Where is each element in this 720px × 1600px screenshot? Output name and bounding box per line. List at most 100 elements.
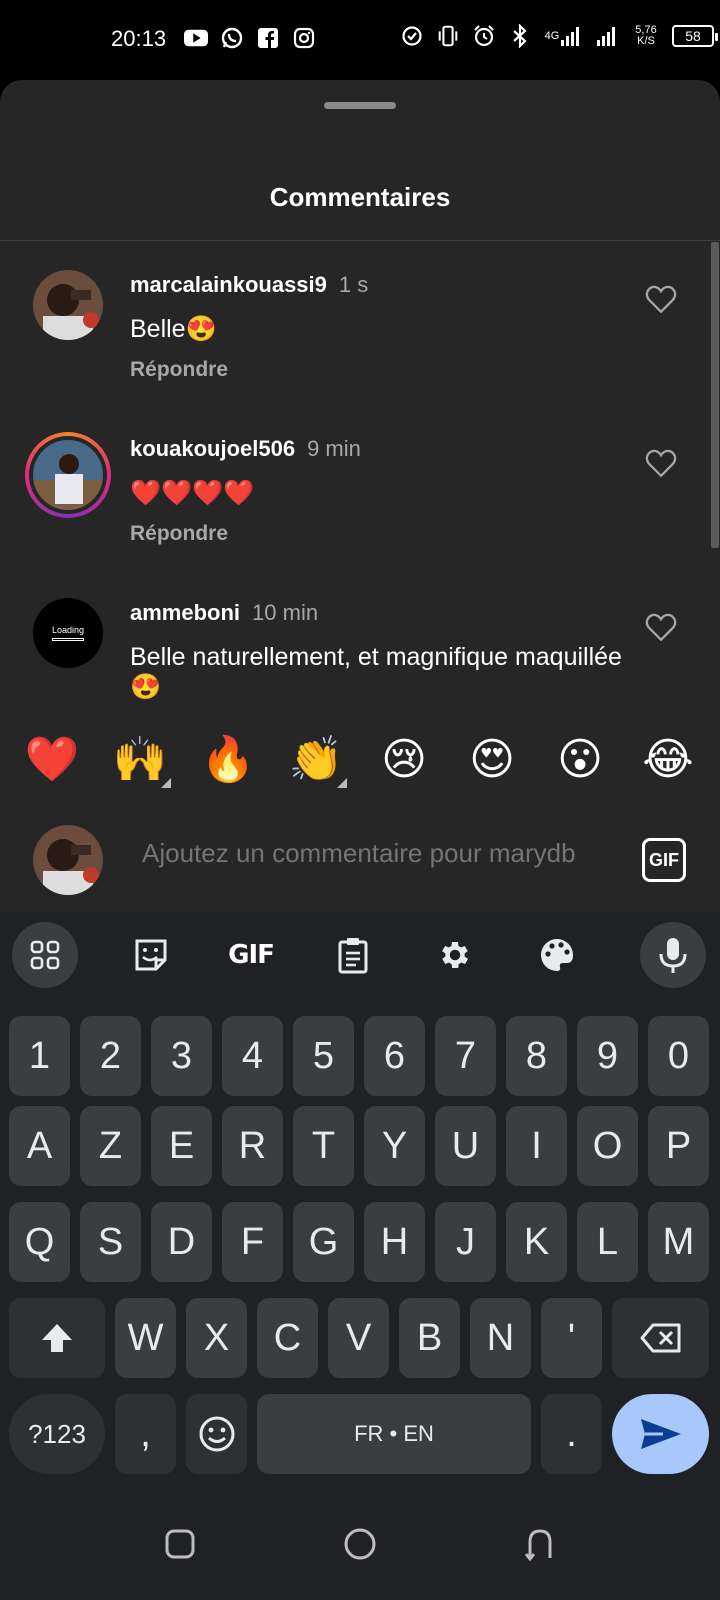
avatar[interactable]: Loading — [33, 598, 103, 668]
key-f[interactable]: F — [222, 1202, 283, 1282]
back-button[interactable] — [518, 1522, 562, 1566]
key-0[interactable]: 0 — [648, 1016, 709, 1096]
emoji-button[interactable]: ❤️ — [17, 734, 87, 786]
key-u[interactable]: U — [435, 1106, 496, 1186]
emoji-button[interactable]: 👏 — [281, 734, 351, 788]
comment-username[interactable]: marcalainkouassi9 1 s — [130, 272, 368, 298]
key-g[interactable]: G — [293, 1202, 354, 1282]
settings-icon[interactable] — [422, 922, 488, 988]
emoji-key[interactable] — [186, 1394, 247, 1474]
facebook-icon — [256, 26, 280, 50]
scrollbar[interactable] — [711, 242, 719, 548]
key-i[interactable]: I — [506, 1106, 567, 1186]
status-time: 20:13 — [111, 26, 167, 51]
key-1[interactable]: 1 — [9, 1016, 70, 1096]
key-v[interactable]: V — [328, 1298, 389, 1378]
like-heart-icon[interactable] — [644, 446, 678, 480]
vibrate-icon — [436, 24, 460, 48]
microphone-icon[interactable] — [640, 922, 706, 988]
emoji-button[interactable]: 🙌 — [105, 734, 175, 788]
comment-username[interactable]: ammeboni 10 min — [130, 600, 318, 626]
key-h[interactable]: H — [364, 1202, 425, 1282]
like-heart-icon[interactable] — [644, 610, 678, 644]
emoji-button[interactable]: 😂 — [633, 734, 703, 786]
send-icon — [640, 1419, 681, 1449]
avatar[interactable] — [33, 270, 103, 340]
recents-button[interactable] — [158, 1522, 202, 1566]
key-o[interactable]: O — [577, 1106, 638, 1186]
avatar — [33, 440, 103, 510]
key-r[interactable]: R — [222, 1106, 283, 1186]
backspace-key[interactable] — [612, 1298, 709, 1378]
apps-icon[interactable] — [12, 922, 78, 988]
key-y[interactable]: Y — [364, 1106, 425, 1186]
key-j[interactable]: J — [435, 1202, 496, 1282]
drag-handle[interactable] — [324, 102, 396, 109]
avatar-loading-text: Loading — [51, 625, 85, 635]
reply-button[interactable]: Répondre — [130, 522, 228, 546]
signal-icon — [596, 24, 620, 48]
send-key[interactable] — [612, 1394, 709, 1474]
key-a[interactable]: A — [9, 1106, 70, 1186]
period-key[interactable]: . — [541, 1394, 602, 1474]
reply-button[interactable]: Répondre — [130, 358, 228, 382]
recents-icon — [165, 1529, 195, 1559]
gif-button[interactable]: GIF — [642, 838, 686, 882]
key-w[interactable]: W — [115, 1298, 176, 1378]
palette-icon[interactable] — [524, 922, 590, 988]
comments-list[interactable]: marcalainkouassi9 1 s Belle😍 Répondre kou… — [0, 242, 720, 782]
key-c[interactable]: C — [257, 1298, 318, 1378]
notification-icons — [184, 26, 316, 50]
comment-time: 1 s — [338, 272, 369, 297]
keyboard-toolbar: GIF — [0, 912, 720, 996]
battery-indicator: 58 — [672, 25, 718, 47]
key-q[interactable]: Q — [9, 1202, 70, 1282]
sticker-icon[interactable] — [118, 922, 184, 988]
key-apostrophe[interactable]: ' — [541, 1298, 602, 1378]
gif-icon[interactable]: GIF — [218, 922, 284, 988]
comment-time: 9 min — [307, 436, 361, 461]
key-5[interactable]: 5 — [293, 1016, 354, 1096]
system-icons: 4G 5,76 K/S 58 — [400, 24, 718, 48]
signal-4g-icon: 4G — [544, 24, 584, 48]
navigation-bar — [0, 1492, 720, 1600]
key-b[interactable]: B — [399, 1298, 460, 1378]
key-8[interactable]: 8 — [506, 1016, 567, 1096]
key-s[interactable]: S — [80, 1202, 141, 1282]
comment-input[interactable] — [142, 838, 610, 869]
key-m[interactable]: M — [648, 1202, 709, 1282]
youtube-icon — [184, 26, 208, 50]
clipboard-icon[interactable] — [320, 922, 386, 988]
loading-bar — [52, 638, 84, 641]
comma-key[interactable]: , — [115, 1394, 176, 1474]
key-2[interactable]: 2 — [80, 1016, 141, 1096]
emoji-button[interactable]: 😮 — [545, 734, 615, 786]
comment-username[interactable]: kouakoujoel506 9 min — [130, 436, 361, 462]
space-bar[interactable]: FR • EN — [257, 1394, 531, 1474]
key-d[interactable]: D — [151, 1202, 212, 1282]
key-k[interactable]: K — [506, 1202, 567, 1282]
key-n[interactable]: N — [470, 1298, 531, 1378]
avatar-story-ring[interactable] — [25, 432, 111, 518]
home-button[interactable] — [338, 1522, 382, 1566]
back-icon — [524, 1529, 552, 1562]
key-7[interactable]: 7 — [435, 1016, 496, 1096]
key-3[interactable]: 3 — [151, 1016, 212, 1096]
shift-key[interactable] — [9, 1298, 105, 1378]
shift-icon — [42, 1324, 72, 1352]
alarm-icon — [472, 24, 496, 48]
key-6[interactable]: 6 — [364, 1016, 425, 1096]
key-t[interactable]: T — [293, 1106, 354, 1186]
emoji-button[interactable]: 😍 — [457, 734, 527, 786]
emoji-button[interactable]: 😢 — [369, 734, 439, 786]
key-e[interactable]: E — [151, 1106, 212, 1186]
emoji-button[interactable]: 🔥 — [193, 734, 263, 786]
symbols-key[interactable]: ?123 — [9, 1394, 105, 1474]
key-4[interactable]: 4 — [222, 1016, 283, 1096]
like-heart-icon[interactable] — [644, 282, 678, 316]
key-x[interactable]: X — [186, 1298, 247, 1378]
key-z[interactable]: Z — [80, 1106, 141, 1186]
key-p[interactable]: P — [648, 1106, 709, 1186]
key-9[interactable]: 9 — [577, 1016, 638, 1096]
key-l[interactable]: L — [577, 1202, 638, 1282]
